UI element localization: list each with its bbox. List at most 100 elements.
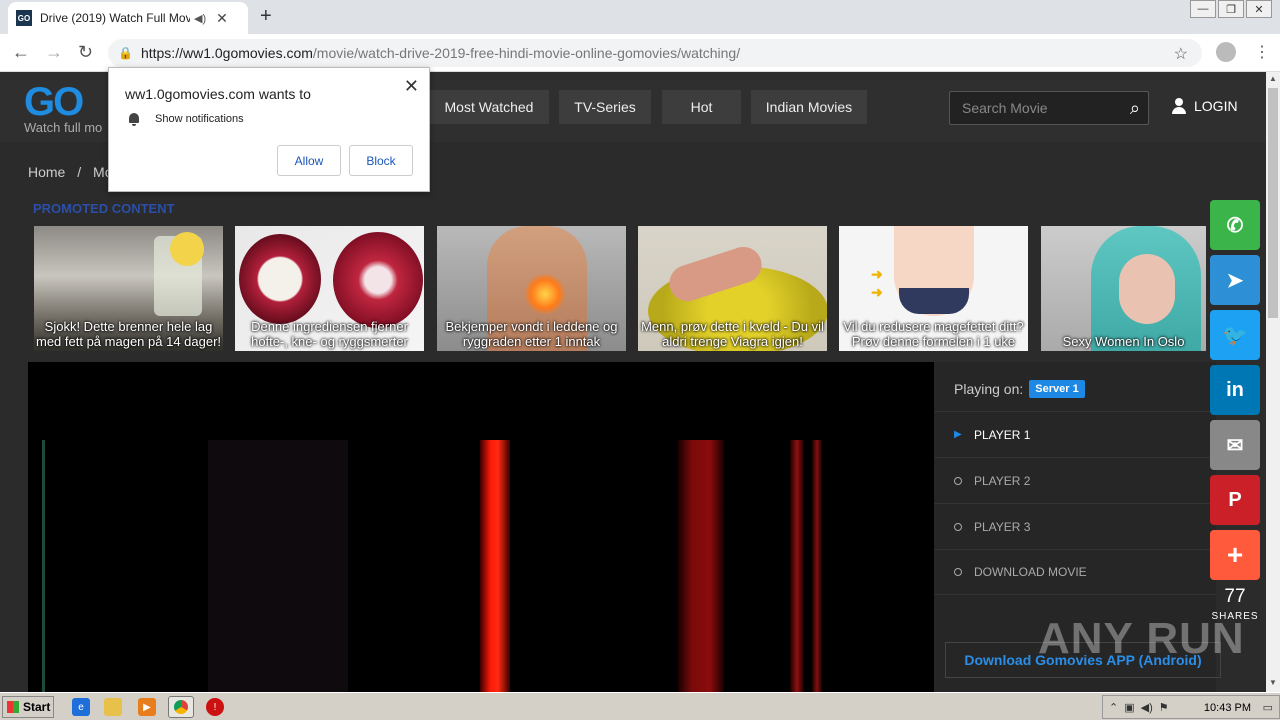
play-icon: ▶ [954,429,962,440]
search-input[interactable] [950,92,1115,124]
nav-tv-series[interactable]: TV-Series [559,90,651,124]
video-frame-bar [480,440,510,692]
volume-icon[interactable]: ◀) [1141,701,1153,714]
close-tab-icon[interactable]: ✕ [216,10,228,27]
back-arrow-icon[interactable]: ← [12,42,30,63]
tray-expand-icon[interactable]: ⌃ [1109,701,1118,714]
bookmark-star-icon[interactable]: ☆ [1174,44,1188,64]
start-label: Start [23,700,51,714]
ie-icon[interactable]: e [72,698,90,716]
nav-indian-movies[interactable]: Indian Movies [751,90,867,124]
circle-icon [954,522,962,531]
taskbar: Start e ▶ ! ⌃ ▣ ◀) ⚑ 10:43 PM ▭ [0,692,1280,720]
linkedin-icon[interactable]: in [1210,365,1260,415]
promo-card[interactable]: ➜ ➜ Vil du redusere magefettet ditt? Prø… [839,226,1028,351]
block-button[interactable]: Block [349,145,413,176]
promo-caption: Menn, prøv dette i kveld - Du vil aldri … [641,319,824,349]
video-frame-bar [678,440,724,692]
player-3-item[interactable]: PLAYER 3 [934,503,1216,549]
promo-card[interactable]: Bekjemper vondt i leddene og ryggraden e… [437,226,626,351]
scroll-up-icon[interactable]: ▲ [1269,74,1277,83]
promo-caption: Bekjemper vondt i leddene og ryggraden e… [445,319,618,349]
flag-icon[interactable]: ⚑ [1159,701,1169,714]
arrow-icon: ➜ [871,266,883,282]
tab-title: Drive (2019) Watch Full Movie O [40,11,190,25]
circle-icon [954,568,962,576]
notification-title: ww1.0gomovies.com wants to [125,86,311,102]
audio-playing-icon[interactable]: ◀) [194,12,206,25]
woman-face-image [1119,254,1175,324]
notification-text: Show notifications [155,113,244,125]
search-icon[interactable]: ⌕ [1130,98,1140,119]
promoted-heading: PROMOTED CONTENT [33,201,175,216]
media-player-icon[interactable]: ▶ [138,698,156,716]
allow-button[interactable]: Allow [277,145,341,176]
close-icon[interactable]: ✕ [404,76,419,97]
window-controls: — ❐ ✕ [1188,0,1272,18]
clock: 10:43 PM [1203,702,1251,714]
telegram-icon[interactable]: ➤ [1210,255,1260,305]
nav-most-watched[interactable]: Most Watched [429,90,549,124]
promo-card[interactable]: Denne ingrediensen fjerner hofte-, kne- … [235,226,424,351]
login-label: LOGIN [1194,98,1238,114]
breadcrumb-home[interactable]: Home [28,164,65,180]
video-frame-bar [790,440,804,692]
url-domain: https://ww1.0gomovies.com [140,45,313,61]
twitter-icon[interactable]: 🐦 [1210,310,1260,360]
pain-glow-image [525,274,565,314]
menu-kebab-icon[interactable]: ⋮ [1254,42,1270,62]
login-button[interactable]: LOGIN [1172,98,1238,114]
server-badge[interactable]: Server 1 [1029,380,1085,398]
whatsapp-icon[interactable]: ✆ [1210,200,1260,250]
plus-icon[interactable]: + [1210,530,1260,580]
profile-avatar[interactable] [1216,42,1236,62]
promo-caption: Vil du redusere magefettet ditt? Prøv de… [843,319,1024,349]
chrome-icon[interactable] [168,696,194,718]
search-box: ⌕ [949,91,1149,125]
restore-button[interactable]: ❐ [1218,0,1244,18]
video-frame-bar [42,440,45,692]
site-favicon-icon: GO [16,10,32,26]
show-desktop-icon[interactable]: ▭ [1263,701,1273,714]
arrow-icon: ➜ [871,284,883,300]
reload-icon[interactable]: ↻ [78,42,93,63]
player-2-item[interactable]: PLAYER 2 [934,457,1216,503]
download-movie-item[interactable]: DOWNLOAD MOVIE [934,549,1216,595]
lock-icon[interactable]: 🔒 [118,46,133,60]
player-item-label: PLAYER 2 [974,473,1031,488]
network-icon[interactable]: ▣ [1124,701,1134,714]
stop-icon[interactable]: ! [206,698,224,716]
promo-card[interactable]: Sexy Women In Oslo [1041,226,1206,351]
folder-icon[interactable] [104,698,122,716]
url-bar[interactable]: 🔒 https://ww1.0gomovies.com/movie/watch-… [108,39,1202,67]
pinterest-icon[interactable]: P [1210,475,1260,525]
site-tagline: Watch full mo [24,120,103,135]
mangosteen-image [333,232,423,328]
bell-icon [129,113,139,126]
new-tab-button[interactable]: + [260,5,272,28]
breadcrumb-separator: / [77,164,82,180]
promo-card[interactable]: Sjokk! Dette brenner hele lag med fett p… [34,226,223,351]
video-frame-bar [208,440,348,692]
scroll-down-icon[interactable]: ▼ [1269,678,1277,687]
promo-caption: Denne ingrediensen fjerner hofte-, kne- … [251,319,408,349]
forward-arrow-icon[interactable]: → [45,42,63,63]
close-window-button[interactable]: ✕ [1246,0,1272,18]
user-icon [1172,98,1186,114]
nav-hot[interactable]: Hot [662,90,741,124]
scroll-thumb[interactable] [1268,88,1278,318]
start-button[interactable]: Start [2,696,54,718]
underwear-image [899,288,969,314]
email-icon[interactable]: ✉ [1210,420,1260,470]
player-item-label: DOWNLOAD MOVIE [974,565,1087,579]
promo-caption: Sjokk! Dette brenner hele lag med fett p… [36,319,222,349]
minimize-button[interactable]: — [1190,0,1216,18]
video-player[interactable] [28,362,934,692]
browser-tab[interactable]: GO Drive (2019) Watch Full Movie O ◀) ✕ [8,2,248,34]
page-scrollbar[interactable]: ▲ ▼ [1266,72,1280,692]
anyrun-watermark: ANY RUN [1038,614,1245,663]
system-tray: ⌃ ▣ ◀) ⚑ 10:43 PM ▭ [1102,695,1280,719]
promo-card[interactable]: Menn, prøv dette i kveld - Du vil aldri … [638,226,827,351]
site-logo[interactable]: GO [24,80,84,125]
player-1-item[interactable]: ▶ PLAYER 1 [934,411,1216,457]
